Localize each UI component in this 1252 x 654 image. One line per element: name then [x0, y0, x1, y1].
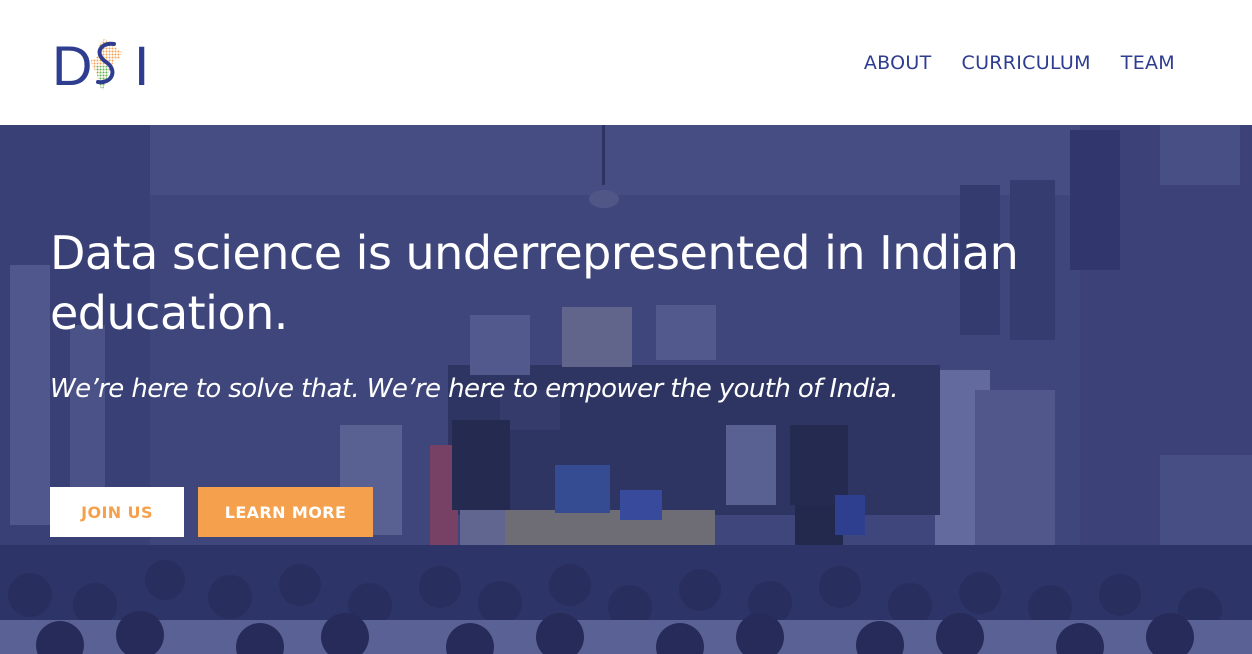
nav-about[interactable]: ABOUT	[864, 52, 932, 74]
dsi-logo[interactable]: D S I	[52, 36, 152, 96]
logo-letter-i: I	[133, 34, 152, 97]
learn-more-button[interactable]: LEARN MORE	[198, 487, 373, 537]
main-nav: ABOUT CURRICULUM TEAM	[864, 52, 1175, 74]
nav-team[interactable]: TEAM	[1121, 52, 1175, 74]
hero-headline: Data science is underrepresented in Indi…	[50, 226, 1019, 340]
hero-section: Data science is underrepresented in Indi…	[0, 125, 1252, 654]
nav-curriculum[interactable]: CURRICULUM	[962, 52, 1091, 74]
logo-letter-d: D	[52, 34, 95, 97]
join-us-button[interactable]: JOIN US	[50, 487, 184, 537]
navbar: D S I ABOUT CURRICULUM TEAM	[0, 0, 1252, 125]
india-map-icon	[91, 39, 122, 92]
hero-subheadline: We’re here to solve that. We’re here to …	[50, 374, 898, 404]
